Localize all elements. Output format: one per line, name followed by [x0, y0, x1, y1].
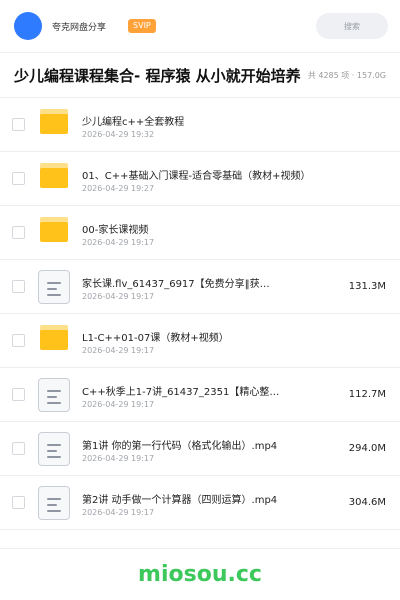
document-icon [38, 378, 70, 412]
folder-title-bar: 少儿编程课程集合- 程序猿 从小就开始培养 共 4285 项 · 157.0G [0, 52, 400, 98]
row-checkbox[interactable] [12, 388, 25, 401]
folder-icon [40, 217, 68, 242]
item-date: 2026-04-29 19:32 [82, 130, 155, 139]
folder-icon [40, 163, 68, 188]
item-name: C++秋季上1-7讲_61437_2351【精心整… [82, 387, 280, 398]
row-checkbox[interactable] [12, 280, 25, 293]
item-name: L1-C++01-07课（教材+视频） [82, 333, 229, 344]
list-item[interactable]: 01、C++基础入门课程-适合零基础（教材+视频） 2026-04-29 19:… [0, 152, 400, 206]
list-item[interactable]: 第2讲 动手做一个计算器（四则运算）.mp4 2026-04-29 19:17 … [0, 476, 400, 530]
item-size: 304.6M [348, 497, 386, 508]
item-date: 2026-04-29 19:17 [82, 400, 155, 409]
row-checkbox[interactable] [12, 442, 25, 455]
row-checkbox[interactable] [12, 118, 25, 131]
item-name: 少儿编程c++全套教程 [82, 117, 185, 128]
search-button[interactable]: 搜索 [316, 13, 388, 39]
folder-meta: 共 4285 项 · 157.0G [307, 70, 386, 80]
item-size: 131.3M [348, 281, 386, 292]
row-checkbox[interactable] [12, 226, 25, 239]
search-placeholder: 搜索 [344, 21, 360, 31]
list-item[interactable]: C++秋季上1-7讲_61437_2351【精心整… 2026-04-29 19… [0, 368, 400, 422]
avatar[interactable] [14, 12, 42, 40]
svip-badge: SVIP [128, 19, 156, 33]
list-item[interactable]: 少儿编程c++全套教程 2026-04-29 19:32 [0, 98, 400, 152]
list-item[interactable]: 家长课.flv_61437_6917【免费分享‖获… 2026-04-29 19… [0, 260, 400, 314]
item-name: 00-家长课视频 [82, 225, 149, 236]
footer: miosou.cc [0, 548, 400, 600]
item-name: 第2讲 动手做一个计算器（四则运算）.mp4 [82, 495, 278, 506]
header: 夸克网盘分享 SVIP 搜索 [0, 0, 400, 52]
item-name: 家长课.flv_61437_6917【免费分享‖获… [82, 279, 270, 290]
row-checkbox[interactable] [12, 496, 25, 509]
item-size: 112.7M [348, 389, 386, 400]
item-date: 2026-04-29 19:27 [82, 184, 155, 193]
item-size: 294.0M [348, 443, 386, 454]
document-icon [38, 486, 70, 520]
user-name[interactable]: 夸克网盘分享 [52, 20, 106, 33]
folder-icon [40, 109, 68, 134]
list-item[interactable]: 00-家长课视频 2026-04-29 19:17 [0, 206, 400, 260]
list-item[interactable]: 第1讲 你的第一行代码（格式化输出）.mp4 2026-04-29 19:17 … [0, 422, 400, 476]
file-list: 少儿编程c++全套教程 2026-04-29 19:32 01、C++基础入门课… [0, 98, 400, 530]
item-date: 2026-04-29 19:17 [82, 508, 155, 517]
item-date: 2026-04-29 19:17 [82, 346, 155, 355]
page-title: 少儿编程课程集合- 程序猿 从小就开始培养 [14, 66, 301, 85]
item-name: 01、C++基础入门课程-适合零基础（教材+视频） [82, 171, 311, 182]
row-checkbox[interactable] [12, 334, 25, 347]
item-date: 2026-04-29 19:17 [82, 454, 155, 463]
document-icon [38, 270, 70, 304]
watermark: miosou.cc [138, 562, 262, 587]
item-date: 2026-04-29 19:17 [82, 238, 155, 247]
item-date: 2026-04-29 19:17 [82, 292, 155, 301]
folder-icon [40, 325, 68, 350]
item-name: 第1讲 你的第一行代码（格式化输出）.mp4 [82, 441, 278, 452]
list-item[interactable]: L1-C++01-07课（教材+视频） 2026-04-29 19:17 [0, 314, 400, 368]
row-checkbox[interactable] [12, 172, 25, 185]
document-icon [38, 432, 70, 466]
